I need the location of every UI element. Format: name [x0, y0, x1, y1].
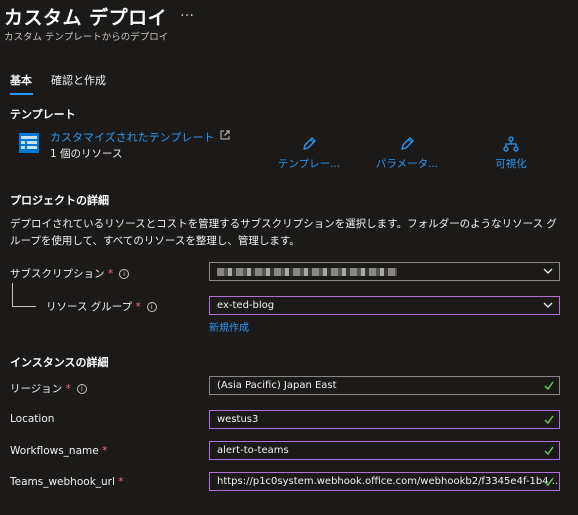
tree-connector-h — [12, 306, 36, 307]
checkmark-icon — [544, 446, 554, 455]
tab-basics[interactable]: 基本 — [10, 72, 32, 88]
edit-template-button[interactable]: テンプレー... — [264, 136, 354, 171]
resource-group-label: リソース グループ * i — [46, 299, 157, 314]
subscription-dropdown[interactable] — [209, 262, 560, 281]
pencil-icon — [401, 137, 414, 150]
edit-template-label: テンプレー... — [277, 158, 341, 170]
checkmark-icon — [544, 381, 554, 390]
edit-parameters-button[interactable]: パラメータ... — [362, 136, 452, 171]
chevron-down-icon — [543, 268, 553, 274]
template-section-heading: テンプレート — [10, 108, 76, 121]
hierarchy-icon — [503, 136, 519, 152]
tab-review-create[interactable]: 確認と作成 — [51, 72, 106, 88]
region-dropdown[interactable]: (Asia Pacific) Japan East — [209, 376, 560, 395]
info-icon[interactable]: i — [146, 302, 157, 312]
teams-webhook-url-label: Teams_webhook_url * — [10, 476, 124, 488]
template-icon — [19, 133, 39, 153]
project-description: デプロイされているリソースとコストを管理するサブスクリプションを選択します。フォ… — [10, 218, 557, 247]
workflows-name-input[interactable]: alert-to-teams — [209, 441, 560, 460]
resource-count: 1 個のリソース — [50, 148, 123, 160]
resource-group-dropdown[interactable]: ex-ted-blog — [209, 296, 560, 315]
checkmark-icon — [544, 477, 554, 486]
page-subtitle: カスタム テンプレートからのデプロイ — [4, 32, 169, 43]
region-label: リージョン * i — [10, 381, 87, 396]
tree-connector — [12, 283, 13, 307]
workflows-name-label: Workflows_name * — [10, 445, 108, 457]
checkmark-icon — [544, 415, 554, 424]
location-input[interactable]: westus3 — [209, 410, 560, 429]
project-details-heading: プロジェクトの詳細 — [10, 194, 109, 207]
pencil-icon — [303, 137, 316, 150]
visualize-label: 可視化 — [495, 158, 527, 170]
edit-parameters-label: パラメータ... — [375, 158, 439, 170]
active-tab-indicator — [10, 93, 33, 95]
custom-template-link[interactable]: カスタマイズされたテンプレート — [50, 129, 214, 145]
info-icon[interactable]: i — [119, 269, 130, 279]
info-icon[interactable]: i — [76, 384, 87, 394]
location-label: Location — [10, 413, 55, 425]
create-new-resource-group-link[interactable]: 新規作成 — [209, 319, 249, 334]
teams-webhook-url-input[interactable]: https://p1c0system.webhook.office.com/we… — [209, 472, 560, 491]
redacted-subscription-value — [217, 268, 397, 276]
more-options-button[interactable]: … — [180, 4, 195, 20]
page-title: カスタム デプロイ — [4, 7, 168, 29]
subscription-label: サブスクリプション * i — [10, 266, 130, 281]
external-link-icon — [220, 130, 230, 140]
chevron-down-icon — [543, 302, 553, 308]
visualize-button[interactable]: 可視化 — [466, 136, 556, 171]
instance-details-heading: インスタンスの詳細 — [10, 356, 109, 369]
